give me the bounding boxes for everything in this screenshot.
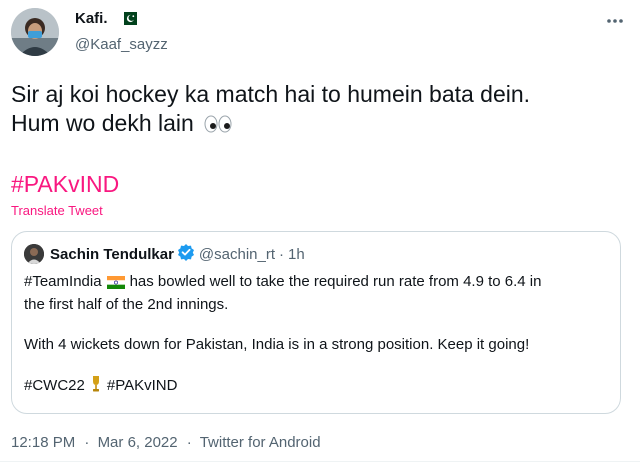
quoted-line-1: #TeamIndia has bowled well to take the r… bbox=[24, 272, 614, 295]
separator-dot: · bbox=[84, 434, 90, 451]
hashtag-pakvind-quoted-link[interactable]: #PAKvIND bbox=[107, 377, 178, 394]
author-handle[interactable]: @Kaaf_sayzz bbox=[75, 36, 168, 53]
tweet-metadata: 12:18 PM · Mar 6, 2022 · Twitter for And… bbox=[11, 434, 324, 451]
tweet-time[interactable]: 12:18 PM bbox=[11, 434, 75, 451]
author-block: Kafi. @Kaaf_sayzz bbox=[75, 10, 168, 53]
tweet-text-line-2: Hum wo dekh lain bbox=[11, 109, 611, 140]
eyes-emoji-icon bbox=[204, 111, 232, 140]
author-name[interactable]: Kafi. bbox=[75, 10, 108, 27]
separator-dot: · bbox=[186, 434, 192, 451]
tweet-source[interactable]: Twitter for Android bbox=[200, 434, 321, 451]
separator-dot: · bbox=[279, 245, 285, 263]
quoted-line-1-text: has bowled well to take the required run… bbox=[129, 273, 542, 290]
trophy-icon bbox=[90, 375, 102, 399]
quoted-tweet-body: #TeamIndia has bowled well to take the r… bbox=[24, 272, 614, 399]
quoted-paragraph-2: With 4 wickets down for Pakistan, India … bbox=[24, 336, 530, 353]
quoted-line-2: the first half of the 2nd innings. bbox=[24, 296, 229, 313]
tweet-date[interactable]: Mar 6, 2022 bbox=[98, 434, 178, 451]
quoted-author-handle[interactable]: @sachin_rt bbox=[199, 246, 275, 263]
tweet-text-line-2-words: Hum wo dekh lain bbox=[11, 110, 194, 136]
tweet-text: Sir aj koi hockey ka match hai to humein… bbox=[11, 80, 611, 140]
verified-badge-icon bbox=[177, 243, 195, 265]
quoted-hashtags: #CWC22 #PAKvIND bbox=[24, 375, 614, 399]
tweet-text-line-1: Sir aj koi hockey ka match hai to humein… bbox=[11, 81, 531, 107]
india-flag-icon bbox=[106, 275, 125, 295]
quoted-timestamp[interactable]: 1h bbox=[288, 246, 305, 263]
pakistan-flag-icon bbox=[118, 12, 137, 30]
hashtag-pakvind-link[interactable]: #PAKvIND bbox=[11, 171, 119, 198]
translate-tweet-link[interactable]: Translate Tweet bbox=[11, 203, 103, 218]
more-options-icon[interactable] bbox=[604, 14, 626, 28]
quoted-tweet-card[interactable]: Sachin Tendulkar @sachin_rt · 1h #TeamIn… bbox=[11, 231, 621, 414]
avatar[interactable] bbox=[11, 8, 59, 56]
quoted-tweet-header: Sachin Tendulkar @sachin_rt · 1h bbox=[24, 243, 305, 265]
quoted-author-name[interactable]: Sachin Tendulkar bbox=[50, 246, 174, 263]
hashtag-teamindia-link[interactable]: #TeamIndia bbox=[24, 273, 102, 290]
hashtag-cwc22-link[interactable]: #CWC22 bbox=[24, 377, 85, 394]
quoted-avatar[interactable] bbox=[24, 244, 44, 264]
